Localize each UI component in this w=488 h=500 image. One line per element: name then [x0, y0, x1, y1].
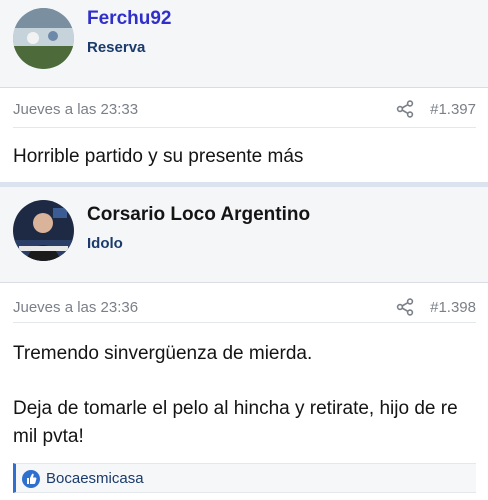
user-role: Idolo: [87, 235, 123, 252]
share-icon[interactable]: [396, 298, 414, 316]
post-meta: Jueves a las 23:36 #1.398: [0, 283, 488, 323]
post-number[interactable]: #1.397: [430, 101, 476, 118]
avatar[interactable]: [13, 8, 74, 69]
post-number[interactable]: #1.398: [430, 299, 476, 316]
post-body-paragraph-1: Tremendo sinvergüenza de mierda.: [13, 343, 313, 364]
post-meta: Jueves a las 23:33 #1.397: [0, 88, 488, 128]
share-icon[interactable]: [396, 100, 414, 118]
post-date[interactable]: Jueves a las 23:33: [13, 101, 138, 118]
post-body-paragraph-2: Deja de tomarle el pelo al hincha y reti…: [13, 398, 458, 447]
username[interactable]: Corsario Loco Argentino: [87, 204, 310, 226]
divider: [13, 127, 476, 128]
reactions-bar[interactable]: Bocaesmicasa: [13, 463, 476, 493]
reaction-user-link[interactable]: Bocaesmicasa: [46, 470, 144, 487]
username[interactable]: Ferchu92: [87, 8, 171, 30]
post-body: Horrible partido y su presente más: [13, 146, 304, 167]
avatar[interactable]: [13, 200, 74, 261]
post-date[interactable]: Jueves a las 23:36: [13, 299, 138, 316]
user-role: Reserva: [87, 39, 146, 56]
post-1397: Ferchu92 Reserva Jueves a las 23:33 #1.3…: [0, 0, 488, 182]
post-header: Ferchu92 Reserva: [0, 0, 488, 88]
like-icon: [22, 470, 40, 488]
post-1398: Corsario Loco Argentino Idolo Jueves a l…: [0, 187, 488, 500]
divider: [13, 322, 476, 323]
post-header: Corsario Loco Argentino Idolo: [0, 187, 488, 283]
